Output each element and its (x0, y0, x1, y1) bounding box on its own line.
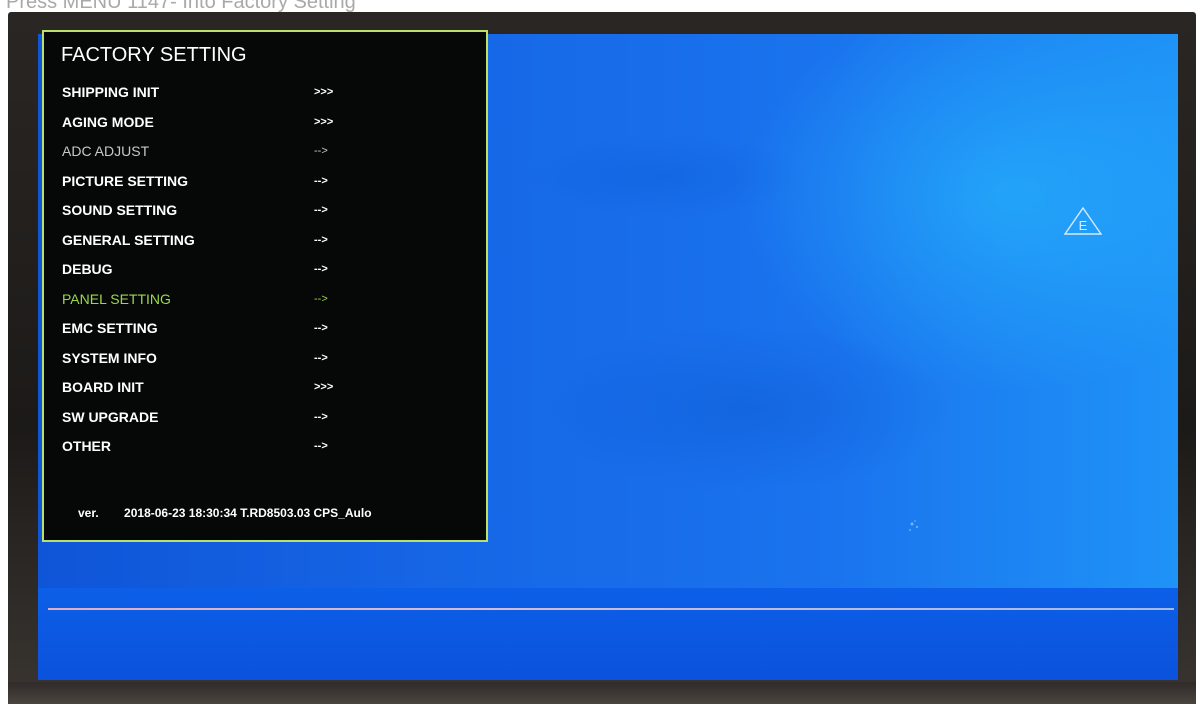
warning-triangle-icon: E (1063, 206, 1103, 235)
menu-item-label: DEBUG (62, 261, 113, 277)
menu-item-label: SW UPGRADE (62, 408, 159, 425)
menu-item-emc-setting[interactable]: EMC SETTING --> (44, 314, 486, 344)
menu-item-arrow-icon: --> (314, 410, 328, 423)
menu-list: SHIPPING INIT >>> AGING MODE >>> ADC ADJUST -… (44, 78, 486, 462)
menu-item-picture-setting[interactable]: PICTURE SETTING --> (44, 167, 486, 197)
menu-item-general-setting[interactable]: GENERAL SETTING --> (44, 226, 486, 256)
menu-item-arrow-icon: --> (314, 174, 328, 187)
menu-item-label: AGING MODE (62, 113, 154, 130)
menu-item-arrow-icon: --> (314, 351, 328, 364)
menu-item-arrow-icon: >>> (314, 381, 334, 393)
version-value: 2018-06-23 18:30:34 T.RD8503.03 CPS_Aulo (124, 506, 372, 520)
menu-item-board-init[interactable]: BOARD INIT >>> (44, 373, 486, 403)
menu-item-label: PICTURE SETTING (62, 172, 189, 189)
menu-item-label: ADC ADJUST (62, 143, 150, 159)
menu-item-arrow-icon: --> (314, 204, 328, 216)
screen-dust-mark (909, 520, 919, 531)
menu-item-label: OTHER (62, 438, 111, 454)
menu-item-arrow-icon: --> (314, 233, 328, 246)
menu-item-arrow-icon: >>> (314, 115, 334, 128)
menu-item-arrow-icon: >>> (314, 86, 334, 98)
tv-bezel-bottom (8, 682, 1196, 704)
menu-item-sw-upgrade[interactable]: SW UPGRADE --> (44, 403, 486, 433)
menu-item-adc-adjust[interactable]: ADC ADJUST --> (44, 137, 486, 167)
menu-item-label: SYSTEM INFO (62, 349, 157, 366)
menu-item-arrow-icon: --> (314, 440, 328, 452)
screen-lower-band (38, 588, 1178, 680)
menu-item-sound-setting[interactable]: SOUND SETTING --> (44, 196, 486, 226)
menu-item-label: SOUND SETTING (62, 202, 178, 218)
factory-setting-menu: FACTORY SETTING SHIPPING INIT >>> AGING MO… (42, 30, 488, 542)
menu-item-arrow-icon: --> (314, 145, 328, 157)
menu-item-arrow-icon: --> (314, 292, 328, 305)
screen-scanline (48, 608, 1174, 610)
menu-item-debug[interactable]: DEBUG --> (44, 255, 486, 285)
menu-item-label: SHIPPING INIT (62, 84, 160, 100)
menu-item-label: GENERAL SETTING (62, 231, 195, 248)
warning-icon-letter: E (1079, 218, 1088, 233)
menu-item-aging-mode[interactable]: AGING MODE >>> (44, 108, 486, 138)
version-label: ver. (78, 506, 99, 520)
menu-title: FACTORY SETTING (61, 44, 247, 66)
menu-item-panel-setting[interactable]: PANEL SETTING --> (44, 285, 486, 315)
menu-item-label: EMC SETTING (62, 320, 158, 336)
version-info: ver. 2018-06-23 18:30:34 T.RD8503.03 CPS… (78, 506, 372, 520)
menu-item-arrow-icon: --> (314, 322, 328, 334)
menu-item-arrow-icon: --> (314, 263, 328, 275)
menu-item-label: BOARD INIT (62, 379, 144, 395)
menu-item-system-info[interactable]: SYSTEM INFO --> (44, 344, 486, 374)
menu-item-label: PANEL SETTING (62, 290, 171, 307)
menu-item-shipping-init[interactable]: SHIPPING INIT >>> (44, 78, 486, 108)
menu-item-other[interactable]: OTHER --> (44, 432, 486, 462)
